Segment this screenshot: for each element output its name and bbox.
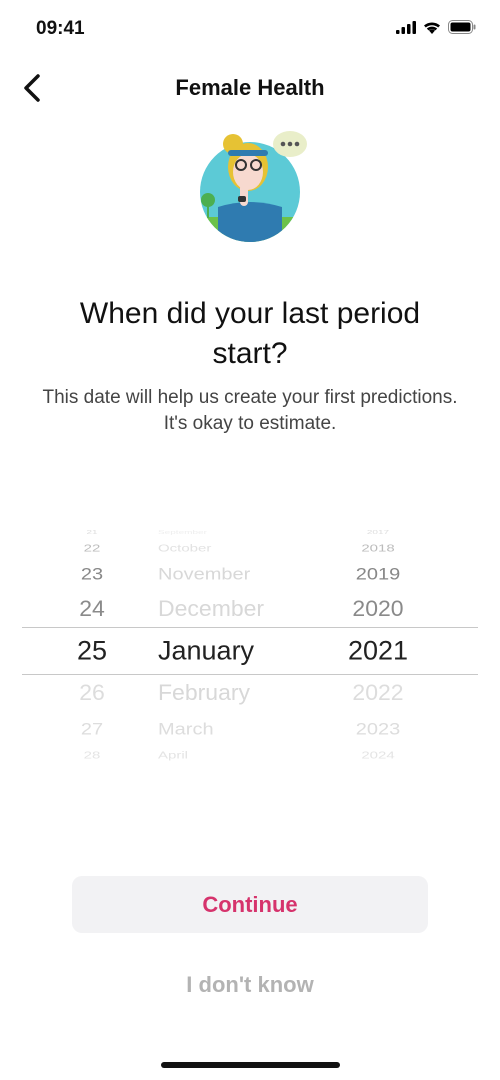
picker-day[interactable]: 22 bbox=[84, 543, 101, 555]
picker-year[interactable]: 2018 bbox=[361, 543, 394, 555]
picker-year[interactable]: 2023 bbox=[356, 720, 401, 740]
signal-icon bbox=[396, 20, 416, 34]
picker-day[interactable]: 24 bbox=[79, 596, 105, 622]
status-time: 09:41 bbox=[36, 18, 85, 39]
status-icons bbox=[396, 20, 476, 34]
picker-month[interactable]: September bbox=[158, 529, 207, 535]
picker-day[interactable]: 28 bbox=[84, 750, 101, 762]
question-subtitle: This date will help us create your first… bbox=[42, 387, 458, 434]
battery-icon bbox=[448, 20, 476, 34]
picker-year[interactable]: 2017 bbox=[367, 529, 389, 535]
page-title: Female Health bbox=[175, 75, 325, 100]
picker-month[interactable]: October bbox=[158, 543, 211, 555]
woman-thinking-illustration bbox=[200, 131, 307, 242]
picker-month[interactable]: December bbox=[158, 596, 264, 622]
home-indicator bbox=[161, 1062, 340, 1068]
picker-month[interactable]: January bbox=[158, 636, 254, 667]
picker-month[interactable]: November bbox=[158, 565, 250, 585]
picker-day[interactable]: 27 bbox=[81, 720, 103, 740]
picker-selection-top-divider bbox=[22, 627, 478, 628]
picker-year[interactable]: 2019 bbox=[356, 565, 401, 585]
dont-know-link[interactable]: I don't know bbox=[0, 972, 500, 998]
picker-day[interactable]: 21 bbox=[86, 529, 97, 535]
question-heading: When did your last period start? bbox=[79, 297, 421, 370]
picker-year[interactable]: 2021 bbox=[348, 636, 408, 667]
picker-year[interactable]: 2022 bbox=[352, 680, 403, 706]
wifi-icon bbox=[424, 21, 440, 34]
picker-month[interactable]: February bbox=[158, 680, 250, 706]
picker-year[interactable]: 2024 bbox=[361, 750, 394, 762]
picker-day[interactable]: 26 bbox=[79, 680, 105, 706]
continue-button[interactable]: Continue bbox=[72, 876, 428, 933]
picker-year[interactable]: 2020 bbox=[352, 596, 403, 622]
picker-day[interactable]: 25 bbox=[77, 636, 107, 667]
picker-selection-bottom-divider bbox=[22, 674, 478, 675]
picker-month[interactable]: March bbox=[158, 720, 214, 740]
picker-month[interactable]: April bbox=[158, 750, 188, 762]
picker-day[interactable]: 23 bbox=[81, 565, 103, 585]
